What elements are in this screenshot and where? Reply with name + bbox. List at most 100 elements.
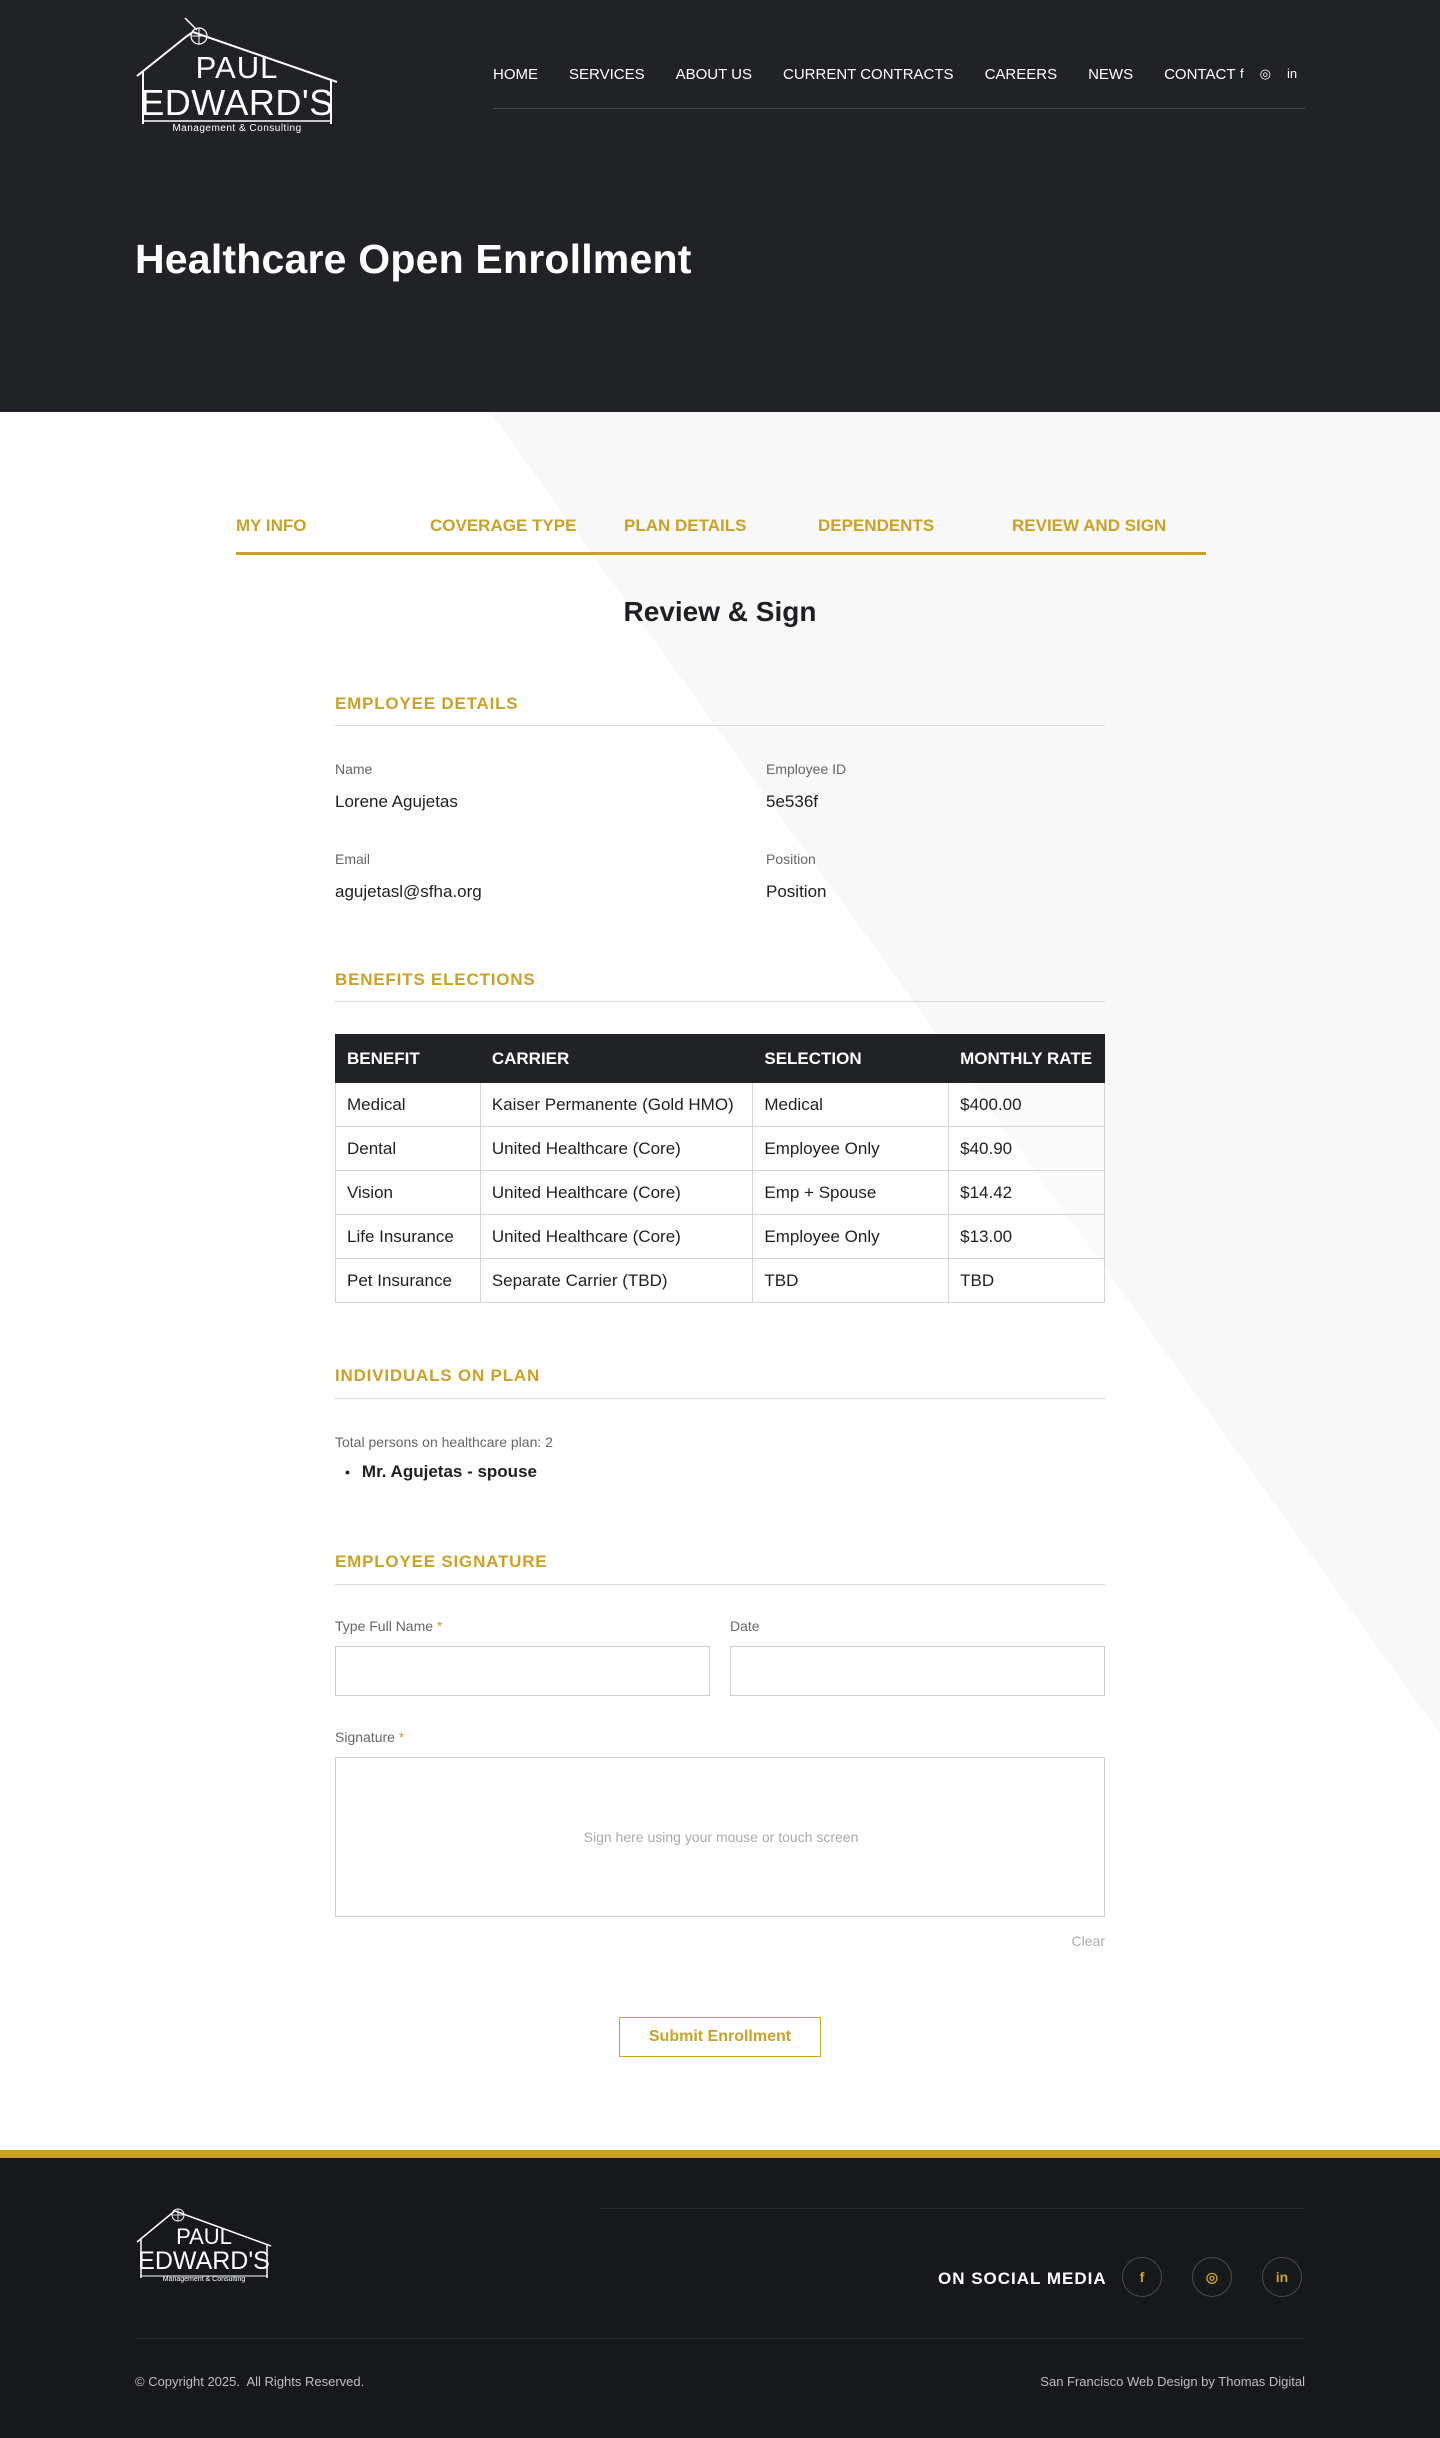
logo-text-edwards: EDWARD'S	[140, 82, 334, 123]
persons-list: Mr. Agujetas - spouse	[345, 1462, 537, 1482]
column-header-benefit: BENEFIT	[335, 1034, 481, 1083]
employee-signature-heading: EMPLOYEE SIGNATURE	[335, 1552, 548, 1571]
footer-divider	[600, 2208, 1305, 2209]
employee-id-value: 5e536f	[766, 792, 818, 811]
selection-cell: Medical	[752, 1082, 950, 1127]
nav-current-contracts[interactable]: CURRENT CONTRACTS	[783, 66, 954, 83]
rate-cell: $40.90	[948, 1126, 1105, 1171]
list-item: Mr. Agujetas - spouse	[345, 1462, 537, 1482]
nav-divider	[493, 108, 1305, 109]
logo-text-paul: PAUL	[195, 50, 279, 85]
carrier-cell: Kaiser Permanente (Gold HMO)	[479, 1082, 754, 1127]
nav-home[interactable]: HOME	[493, 66, 538, 83]
step-review-and-sign[interactable]: REVIEW AND SIGN	[1012, 516, 1166, 536]
step-progress: MY INFO COVERAGE TYPE PLAN DETAILS DEPEN…	[236, 516, 1206, 568]
signature-pad[interactable]: Sign here using your mouse or touch scre…	[335, 1757, 1105, 1917]
footer-instagram-icon[interactable]: ◎	[1192, 2257, 1232, 2297]
name-value: Lorene Agujetas	[335, 792, 458, 811]
footer-linkedin-icon[interactable]: in	[1262, 2257, 1302, 2297]
table-row: Dental United Healthcare (Core) Employee…	[335, 1126, 1105, 1171]
enrollment-main: MY INFO COVERAGE TYPE PLAN DETAILS DEPEN…	[0, 412, 1440, 2150]
nav-careers[interactable]: CAREERS	[985, 66, 1058, 83]
carrier-cell: Separate Carrier (TBD)	[479, 1258, 754, 1303]
email-value: agujetasl@sfha.org	[335, 882, 482, 901]
carrier-cell: United Healthcare (Core)	[479, 1214, 754, 1259]
carrier-cell: United Healthcare (Core)	[479, 1126, 754, 1171]
email-label: Email	[335, 851, 371, 867]
footer-facebook-icon[interactable]: f	[1122, 2257, 1162, 2297]
position-label: Position	[766, 851, 816, 867]
nav-contact[interactable]: CONTACT	[1164, 66, 1235, 83]
logo-tagline: Management & Consulting	[162, 2276, 246, 2283]
total-persons-text: Total persons on healthcare plan: 2	[335, 1434, 553, 1450]
column-header-monthly-rate: MONTHLY RATE	[948, 1034, 1105, 1083]
hero-header: PAUL EDWARD'S Management & Consulting HO…	[0, 0, 1440, 412]
benefit-cell: Medical	[335, 1082, 481, 1127]
required-marker: *	[436, 1618, 443, 1634]
nav-services[interactable]: SERVICES	[569, 66, 645, 83]
selection-cell: Employee Only	[752, 1126, 950, 1171]
instagram-icon[interactable]: ◎	[1260, 66, 1271, 82]
employee-details-heading: EMPLOYEE DETAILS	[335, 694, 519, 713]
table-row: Vision United Healthcare (Core) Emp + Sp…	[335, 1170, 1105, 1215]
position-value: Position	[766, 882, 827, 901]
nav-about-us[interactable]: ABOUT US	[676, 66, 752, 83]
section-divider	[335, 725, 1105, 726]
full-name-label-text: Type Full Name	[335, 1618, 434, 1634]
clear-signature-button[interactable]: Clear	[1050, 1933, 1105, 1949]
selection-cell: TBD	[752, 1258, 950, 1303]
date-label: Date	[730, 1618, 760, 1634]
date-input[interactable]	[730, 1646, 1105, 1696]
page-title: Healthcare Open Enrollment	[135, 236, 692, 282]
employee-id-label: Employee ID	[766, 761, 847, 777]
section-divider	[335, 1584, 1105, 1585]
step-progress-bar	[236, 552, 1206, 555]
signature-label: Signature *	[335, 1729, 404, 1745]
facebook-icon[interactable]: f	[1240, 66, 1244, 82]
submit-enrollment-button[interactable]: Submit Enrollment	[619, 2017, 821, 2057]
step-coverage-type[interactable]: COVERAGE TYPE	[430, 516, 576, 536]
section-divider	[335, 1398, 1105, 1399]
signature-label-text: Signature	[335, 1729, 395, 1745]
design-credit-link[interactable]: San Francisco Web Design by Thomas Digit…	[1040, 2374, 1305, 2389]
individuals-on-plan-heading: INDIVIDUALS ON PLAN	[335, 1366, 541, 1385]
selection-cell: Employee Only	[752, 1214, 950, 1259]
nav-news[interactable]: NEWS	[1088, 66, 1133, 83]
rate-cell: TBD	[948, 1258, 1105, 1303]
review-title: Review & Sign	[623, 596, 817, 627]
copyright-text: © Copyright 2025. All Rights Reserved.	[135, 2374, 365, 2389]
site-logo[interactable]: PAUL EDWARD'S Management & Consulting	[135, 14, 339, 138]
header-social: f ◎ in	[1240, 66, 1297, 82]
full-name-input[interactable]	[335, 1646, 710, 1696]
logo-tagline: Management & Consulting	[172, 123, 302, 134]
name-label: Name	[335, 761, 373, 777]
benefit-cell: Dental	[335, 1126, 481, 1171]
step-dependents[interactable]: DEPENDENTS	[818, 516, 934, 536]
benefits-table: BENEFIT CARRIER SELECTION MONTHLY RATE M…	[335, 1034, 1105, 1303]
benefits-elections-heading: BENEFITS ELECTIONS	[335, 970, 536, 989]
footer-logo[interactable]: PAUL EDWARD'S Management & Consulting	[135, 2200, 273, 2288]
required-marker: *	[398, 1729, 405, 1745]
table-row: Medical Kaiser Permanente (Gold HMO) Med…	[335, 1082, 1105, 1127]
footer-divider	[135, 2338, 1305, 2339]
benefit-cell: Pet Insurance	[335, 1258, 481, 1303]
selection-cell: Emp + Spouse	[752, 1170, 950, 1215]
table-row: Life Insurance United Healthcare (Core) …	[335, 1214, 1105, 1259]
column-header-carrier: CARRIER	[479, 1034, 754, 1083]
step-plan-details[interactable]: PLAN DETAILS	[624, 516, 746, 536]
full-name-label: Type Full Name *	[335, 1618, 442, 1634]
column-header-selection: SELECTION	[752, 1034, 950, 1083]
footer-accent-bar	[0, 2150, 1440, 2158]
rate-cell: $13.00	[948, 1214, 1105, 1259]
table-row: Pet Insurance Separate Carrier (TBD) TBD…	[335, 1258, 1105, 1303]
carrier-cell: United Healthcare (Core)	[479, 1170, 754, 1215]
benefit-cell: Vision	[335, 1170, 481, 1215]
logo-text-edwards: EDWARD'S	[138, 2247, 270, 2275]
rate-cell: $400.00	[948, 1082, 1105, 1127]
linkedin-icon[interactable]: in	[1287, 66, 1297, 82]
benefit-cell: Life Insurance	[335, 1214, 481, 1259]
main-nav: HOME SERVICES ABOUT US CURRENT CONTRACTS…	[493, 66, 1235, 83]
step-my-info[interactable]: MY INFO	[236, 516, 307, 536]
site-footer: PAUL EDWARD'S Management & Consulting ON…	[0, 2158, 1440, 2438]
section-divider	[335, 1001, 1105, 1002]
